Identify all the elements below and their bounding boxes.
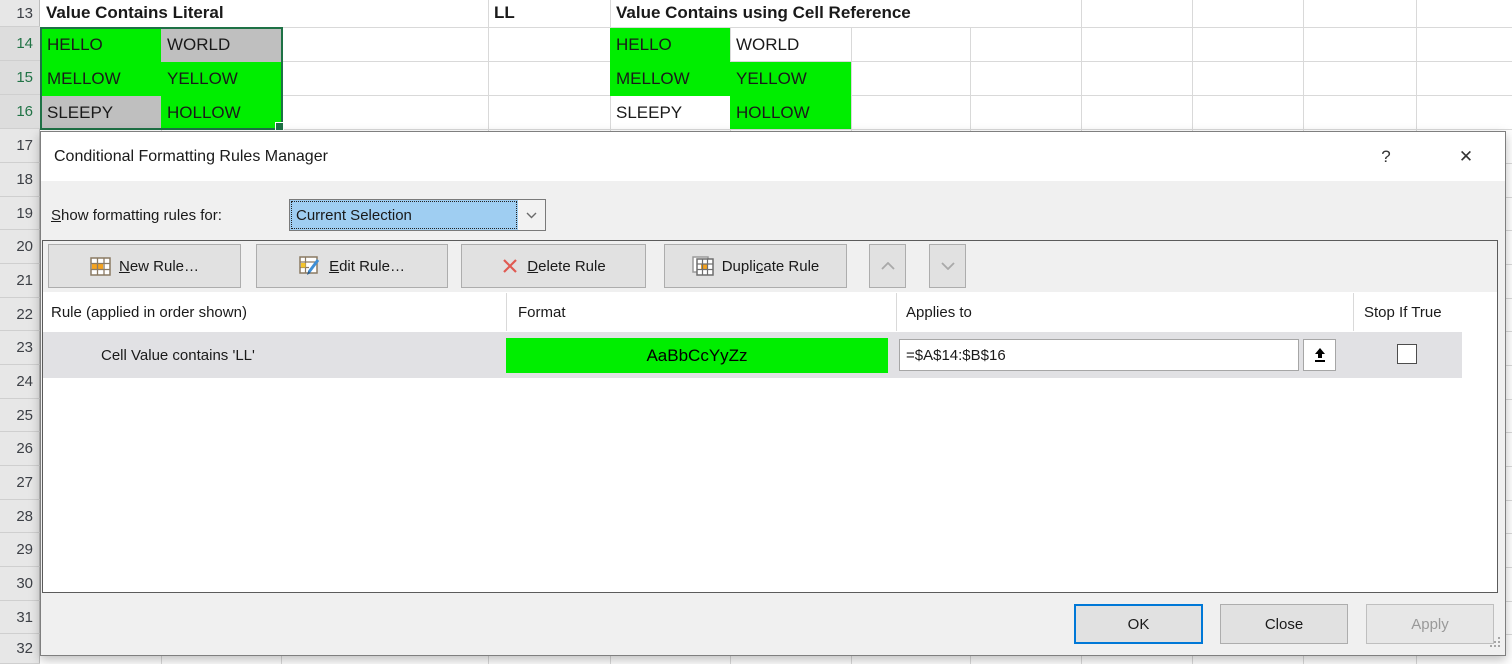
- cell-e16[interactable]: SLEEPY: [610, 96, 730, 129]
- row-header-15[interactable]: 15: [0, 61, 40, 95]
- row-header-16[interactable]: 16: [0, 95, 40, 129]
- duplicate-table-icon: [692, 256, 714, 276]
- applies-to-input[interactable]: =$A$14:$B$16: [899, 339, 1299, 371]
- cell-d13-ll[interactable]: LL: [494, 0, 515, 26]
- stop-if-true-checkbox[interactable]: [1397, 344, 1417, 364]
- row-header-32[interactable]: 32: [0, 634, 40, 664]
- column-separator: [896, 293, 897, 331]
- column-header-stop-if-true: Stop If True: [1364, 293, 1442, 331]
- cell-e15[interactable]: MELLOW: [610, 62, 730, 96]
- row-header-30[interactable]: 30: [0, 567, 40, 601]
- move-rule-down-button[interactable]: [929, 244, 966, 288]
- move-rule-up-button[interactable]: [869, 244, 906, 288]
- row-header-column: 13 14 15 16 17 18 19 20 21 22 23 24 25 2…: [0, 0, 40, 664]
- cell-f15[interactable]: YELLOW: [730, 62, 851, 96]
- rules-toolbar: New Rule… Edit Rule…: [43, 241, 1497, 292]
- chevron-down-icon[interactable]: [518, 200, 545, 230]
- row-header-25[interactable]: 25: [0, 399, 40, 432]
- resize-grip[interactable]: [1488, 635, 1501, 652]
- cell-f14[interactable]: WORLD: [730, 28, 851, 62]
- cell-a14[interactable]: HELLO: [41, 28, 161, 62]
- table-pencil-icon: [299, 256, 321, 276]
- row-header-31[interactable]: 31: [0, 601, 40, 634]
- dialog-title: Conditional Formatting Rules Manager: [54, 132, 328, 181]
- row-header-20[interactable]: 20: [0, 230, 40, 264]
- show-formatting-rules-label: Show formatting rules for:: [51, 199, 222, 231]
- rules-list-group: New Rule… Edit Rule…: [42, 240, 1498, 593]
- header-value-contains-cell-reference: Value Contains using Cell Reference: [616, 0, 911, 26]
- excel-screen: 13 14 15 16 17 18 19 20 21 22 23 24 25 2…: [0, 0, 1512, 664]
- close-icon[interactable]: ✕: [1443, 132, 1489, 181]
- table-icon: [90, 257, 111, 276]
- column-header-applies-to: Applies to: [906, 293, 972, 331]
- row-header-24[interactable]: 24: [0, 365, 40, 399]
- dialog-titlebar[interactable]: Conditional Formatting Rules Manager ? ✕: [41, 132, 1505, 181]
- row-header-26[interactable]: 26: [0, 432, 40, 466]
- row-header-13[interactable]: 13: [0, 0, 40, 27]
- row-header-27[interactable]: 27: [0, 466, 40, 500]
- row-header-22[interactable]: 22: [0, 298, 40, 331]
- delete-rule-button[interactable]: Delete Rule: [461, 244, 646, 288]
- row-header-29[interactable]: 29: [0, 533, 40, 567]
- cell-a15[interactable]: MELLOW: [41, 62, 161, 96]
- row-header-23[interactable]: 23: [0, 331, 40, 365]
- rule-row[interactable]: Cell Value contains 'LL' AaBbCcYyZz =$A$…: [43, 332, 1462, 378]
- range-picker-button[interactable]: [1303, 339, 1336, 371]
- chevron-down-icon: [941, 262, 955, 270]
- cell-e14[interactable]: HELLO: [610, 28, 730, 62]
- cell-f16[interactable]: HOLLOW: [730, 96, 851, 129]
- gridline-h: [40, 129, 1512, 130]
- column-header-format: Format: [518, 293, 566, 331]
- combobox-selected-value[interactable]: Current Selection: [290, 200, 518, 230]
- red-x-icon: [501, 257, 519, 275]
- collapse-dialog-icon: [1313, 347, 1327, 363]
- column-separator: [506, 293, 507, 331]
- apply-button: Apply: [1366, 604, 1494, 644]
- rule-description: Cell Value contains 'LL': [101, 332, 255, 378]
- format-preview: AaBbCcYyZz: [506, 338, 888, 373]
- cell-b15[interactable]: YELLOW: [161, 62, 281, 96]
- show-rules-for-combobox[interactable]: Current Selection: [289, 199, 546, 231]
- conditional-formatting-rules-manager-dialog: Conditional Formatting Rules Manager ? ✕…: [40, 131, 1506, 656]
- close-button[interactable]: Close: [1220, 604, 1348, 644]
- row-header-19[interactable]: 19: [0, 197, 40, 230]
- cell-a16[interactable]: SLEEPY: [41, 96, 161, 129]
- edit-rule-button[interactable]: Edit Rule…: [256, 244, 448, 288]
- row-header-28[interactable]: 28: [0, 500, 40, 533]
- duplicate-rule-button[interactable]: Duplicate Rule: [664, 244, 847, 288]
- chevron-up-icon: [881, 262, 895, 270]
- ok-button[interactable]: OK: [1074, 604, 1203, 644]
- row-header-14[interactable]: 14: [0, 27, 40, 61]
- column-header-rule: Rule (applied in order shown): [51, 293, 247, 331]
- row-header-17[interactable]: 17: [0, 129, 40, 163]
- help-button[interactable]: ?: [1369, 132, 1403, 181]
- row-header-21[interactable]: 21: [0, 264, 40, 298]
- new-rule-button[interactable]: New Rule…: [48, 244, 241, 288]
- row-header-18[interactable]: 18: [0, 163, 40, 197]
- cell-b16[interactable]: HOLLOW: [161, 96, 281, 129]
- column-separator: [1353, 293, 1354, 331]
- header-value-contains-literal: Value Contains Literal: [46, 0, 224, 26]
- cell-b14[interactable]: WORLD: [161, 28, 281, 62]
